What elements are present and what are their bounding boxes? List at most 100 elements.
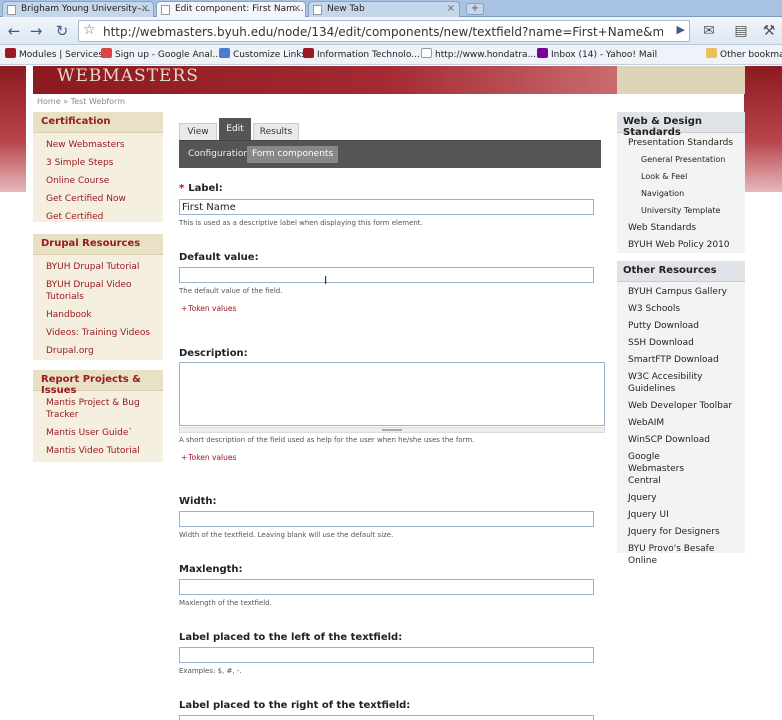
tab-results[interactable]: Results [253,123,299,141]
sidebar-link[interactable]: SmartFTP Download [628,354,745,366]
sidebar-link[interactable]: BYUH Web Policy 2010 [628,239,745,251]
sidebar-link[interactable]: Web Developer Toolbar [628,400,745,412]
sidebar-link[interactable]: WebAIM [628,417,745,429]
sidebar-block-title: Drupal Resources [33,234,163,255]
sidebar-link[interactable]: Get Certified Now [46,193,163,205]
sidebar-link[interactable]: Online Course [46,175,163,187]
label-left-input[interactable] [179,647,594,663]
bookmark-customize-links[interactable]: Customize Links [219,48,306,60]
width-label: Width: [179,496,217,507]
sidebar-link[interactable]: SSH Download [628,337,745,349]
browser-tab-byu[interactable]: Brigham Young University–... × [2,1,154,17]
bookmark-hondatra[interactable]: http://www.hondatra... [421,48,536,60]
subtab-configuration[interactable]: Configuration [183,146,254,163]
sidebar-link[interactable]: W3C Accesibility Guidelines [628,371,710,395]
browser-tab-new[interactable]: New Tab × [308,1,460,17]
default-value-help-text: The default value of the field. [179,287,283,295]
page-icon [313,5,322,15]
gmail-checker-icon[interactable]: ✉ [698,22,720,40]
sidebar-link[interactable]: Jquery UI [628,509,745,521]
bookmark-other-bookmarks[interactable]: Other bookmarks [706,48,782,60]
bookmark-yahoo-mail[interactable]: Inbox (14) - Yahoo! Mail [537,48,657,60]
site-logo[interactable]: WEBMASTERS [57,66,199,86]
page-menu-icon[interactable]: ▤ [730,22,752,40]
forward-button[interactable]: → [26,21,46,41]
bookmark-google-analytics[interactable]: Sign up - Google Anal... [101,48,221,60]
label-help-text: This is used as a descriptive label when… [179,219,423,227]
sidebar-link[interactable]: Web Standards [628,222,745,234]
sidebar-sublink[interactable]: Navigation [628,188,745,200]
token-values-link[interactable]: +Token values [181,453,236,462]
label-field-label: * Label: [179,183,223,194]
default-value-input[interactable] [179,267,594,283]
reload-button[interactable]: ↻ [52,21,72,41]
maxlength-help-text: Maxlength of the textfield. [179,599,272,607]
sidebar-block-drupal-resources: Drupal Resources BYUH Drupal Tutorial BY… [33,234,163,360]
sidebar-link[interactable]: BYUH Drupal Video Tutorials [46,279,136,303]
wrench-icon[interactable]: ⚒ [758,22,780,40]
sidebar-block-title: Web & Design Standards [617,112,745,138]
tab-view[interactable]: View [179,123,217,141]
close-icon[interactable]: × [447,3,455,14]
sidebar-link[interactable]: Handbook [46,309,163,321]
label-input[interactable] [179,199,594,215]
browser-tab-title: Edit component: First Nam... [175,4,304,14]
sidebar-block-certification: Certification New Webmasters 3 Simple St… [33,112,163,222]
label-right-input[interactable] [179,715,594,720]
byu-icon [303,48,314,58]
sidebar-link[interactable]: Presentation Standards [628,137,745,149]
maxlength-input[interactable] [179,579,594,595]
sidebar-link[interactable]: New Webmasters [46,139,163,151]
width-input[interactable] [179,511,594,527]
sidebar-link[interactable]: Google Webmasters Central [628,451,718,487]
subtab-bar: Configuration Form components [179,140,601,168]
sidebar-link[interactable]: Drupal.org [46,345,163,357]
bookmarks-bar: Modules | Services Sign up - Google Anal… [0,45,782,65]
breadcrumb: Home » Test Webform [37,97,125,106]
sidebar-link[interactable]: Videos: Training Videos [46,327,163,339]
sidebar-link[interactable]: Mantis Project & Bug Tracker [46,397,141,421]
sidebar-sublink[interactable]: Look & Feel [628,171,745,183]
token-values-link[interactable]: +Token values [181,304,236,313]
textarea-resize-grip[interactable] [179,427,605,433]
sidebar-block-title: Other Resources [617,261,745,282]
sidebar-link[interactable]: Jquery [628,492,745,504]
sidebar-link[interactable]: BYUH Campus Gallery [628,286,745,298]
breadcrumb-test-webform[interactable]: Test Webform [71,97,125,106]
subtab-form-components[interactable]: Form components [247,146,339,163]
width-help-text: Width of the textfield. Leaving blank wi… [179,531,394,539]
sidebar-link[interactable]: Jquery for Designers [628,526,745,538]
sidebar-link[interactable]: BYU Provo's Besafe Online [628,543,745,567]
sidebar-link[interactable]: 3 Simple Steps [46,157,163,169]
sidebar-link[interactable]: W3 Schools [628,303,745,315]
close-icon[interactable]: × [293,3,301,14]
sidebar-link[interactable]: Mantis Video Tutorial [46,445,163,457]
bookmark-modules-services[interactable]: Modules | Services [5,48,103,60]
back-button[interactable]: ← [4,21,24,41]
sidebar-link[interactable]: Putty Download [628,320,745,332]
description-textarea[interactable] [179,362,605,426]
browser-tab-strip: Brigham Young University–... × Edit comp… [0,0,782,17]
sidebar-sublink[interactable]: General Presentation [628,154,745,166]
breadcrumb-home[interactable]: Home [37,97,61,106]
bookmark-information-technology[interactable]: Information Technolo... [303,48,420,60]
browser-toolbar: ← → ↻ ☆ http://webmasters.byuh.edu/node/… [0,17,782,45]
maxlength-label: Maxlength: [179,564,243,575]
sidebar-link[interactable]: BYUH Drupal Tutorial [46,261,163,273]
address-bar[interactable]: ☆ http://webmasters.byuh.edu/node/134/ed… [78,20,690,42]
star-icon[interactable]: ☆ [83,22,96,38]
sidebar-block-web-design-standards: Web & Design Standards Presentation Stan… [617,112,745,253]
tab-edit[interactable]: Edit [219,118,251,141]
sidebar-link[interactable]: WinSCP Download [628,434,745,446]
go-icon[interactable]: ▶ [677,23,685,36]
sidebar-link[interactable]: Get Certified [46,211,163,223]
sidebar-link[interactable]: Mantis User Guide` [46,427,163,439]
browser-tab-edit-component[interactable]: Edit component: First Nam... × [156,1,306,17]
yahoo-icon [537,48,548,58]
default-value-label: Default value: [179,252,259,263]
url-text[interactable]: http://webmasters.byuh.edu/node/134/edit… [103,25,663,39]
browser-tab-title: Brigham Young University–... [21,4,151,14]
sidebar-sublink[interactable]: University Template [628,205,745,217]
close-icon[interactable]: × [141,3,149,14]
new-tab-button[interactable]: + [466,3,484,15]
